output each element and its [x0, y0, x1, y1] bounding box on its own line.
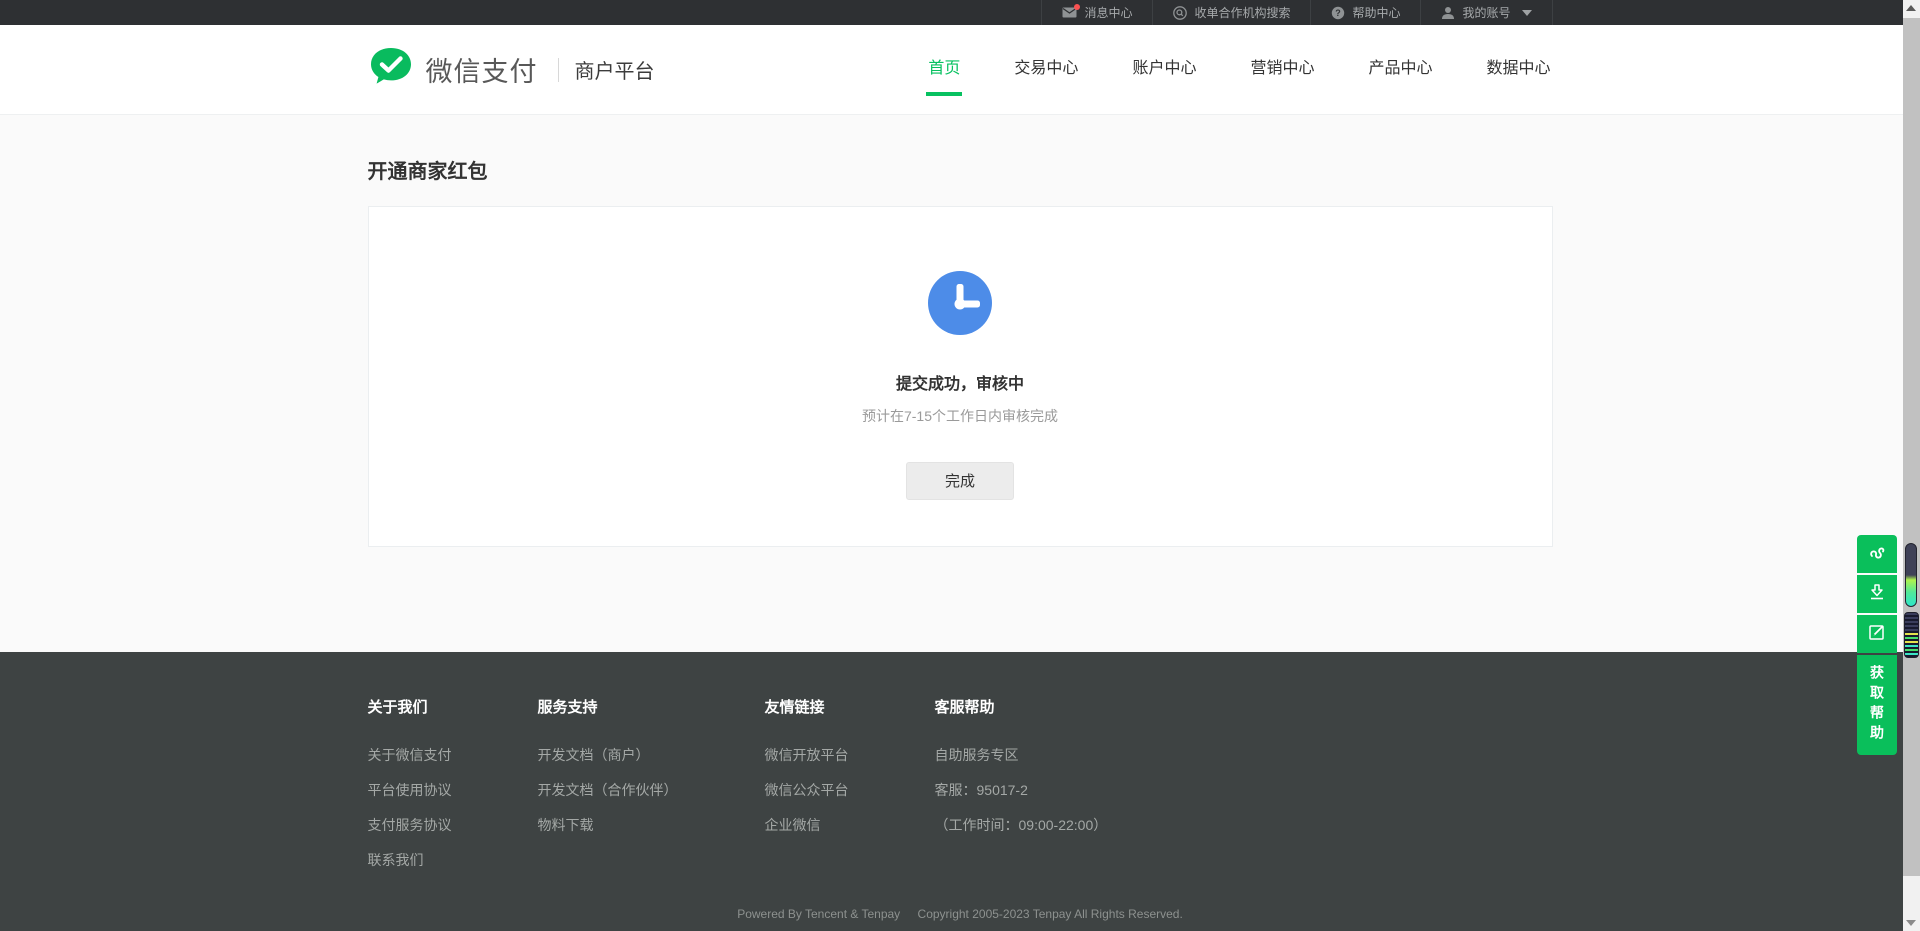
footer-heading: 友情链接 — [765, 696, 935, 717]
clock-icon — [928, 271, 992, 335]
header: 微信支付 商户平台 首页 交易中心 账户中心 营销中心 产品中心 数据中心 — [0, 25, 1920, 115]
platform-label: 商户平台 — [575, 55, 655, 84]
nav-item-account-center[interactable]: 账户中心 — [1130, 44, 1198, 96]
status-description: 预计在7-15个工作日内审核完成 — [369, 406, 1552, 426]
scrollbar-up-arrow-icon[interactable] — [1906, 5, 1916, 11]
scrollbar-down-arrow-icon[interactable] — [1906, 920, 1916, 926]
footer-service-phone: 客服：95017-2 — [935, 780, 1553, 800]
footer-service-hours: （工作时间：09:00-22:00） — [935, 815, 1553, 835]
status-title: 提交成功，审核中 — [369, 370, 1552, 394]
footer-link[interactable]: 微信开放平台 — [765, 745, 935, 765]
footer-link[interactable]: 微信公众平台 — [765, 780, 935, 800]
footer-link[interactable]: 开发文档（合作伙伴） — [538, 780, 765, 800]
scrollbar-minimap-marks — [1904, 612, 1919, 658]
footer-link[interactable]: 自助服务专区 — [935, 745, 1553, 765]
wechat-bubble-icon — [368, 46, 414, 93]
footer-heading: 服务支持 — [538, 696, 765, 717]
copyright: Powered By Tencent & Tenpay Copyright 20… — [368, 907, 1553, 921]
footer-link[interactable]: 企业微信 — [765, 815, 935, 835]
nav-item-transaction-center[interactable]: 交易中心 — [1012, 44, 1080, 96]
footer-column-links: 友情链接 微信开放平台 微信公众平台 企业微信 — [765, 696, 935, 885]
copyright-powered-by: Powered By Tencent & Tenpay — [737, 907, 900, 921]
footer-heading: 客服帮助 — [935, 696, 1553, 717]
user-icon — [1441, 6, 1455, 20]
footer-link[interactable]: 关于微信支付 — [368, 745, 538, 765]
search-icon — [1173, 6, 1187, 20]
topbar-item-acquirer-search[interactable]: 收单合作机构搜索 — [1152, 0, 1310, 25]
header-divider — [558, 58, 559, 82]
download-icon — [1868, 583, 1886, 606]
logo-text: 微信支付 — [426, 50, 538, 89]
topbar-item-label: 帮助中心 — [1352, 4, 1400, 21]
get-help-button[interactable]: 获取帮助 — [1857, 655, 1897, 755]
notification-badge — [1074, 4, 1080, 10]
footer-column-support: 服务支持 开发文档（商户） 开发文档（合作伙伴） 物料下载 — [538, 696, 765, 885]
browser-scrollbar[interactable] — [1903, 0, 1920, 931]
float-download-button[interactable] — [1857, 575, 1897, 613]
float-feedback-button[interactable] — [1857, 615, 1897, 653]
mail-icon — [1062, 7, 1077, 18]
scrollbar-thumb[interactable] — [1903, 18, 1920, 876]
done-button[interactable]: 完成 — [906, 462, 1014, 500]
link-icon — [1868, 543, 1886, 566]
footer-link[interactable]: 平台使用协议 — [368, 780, 538, 800]
topbar-item-help-center[interactable]: ? 帮助中心 — [1310, 0, 1420, 25]
status-card: 提交成功，审核中 预计在7-15个工作日内审核完成 完成 — [368, 206, 1553, 547]
footer-column-about: 关于我们 关于微信支付 平台使用协议 支付服务协议 联系我们 — [368, 696, 538, 885]
topbar-item-my-account[interactable]: 我的账号 — [1420, 0, 1552, 25]
main-nav: 首页 交易中心 账户中心 营销中心 产品中心 数据中心 — [876, 44, 1552, 96]
wechat-pay-logo[interactable]: 微信支付 — [368, 46, 538, 93]
scrollbar-gradient-indicator — [1905, 543, 1917, 607]
main-content: 开通商家红包 提交成功，审核中 预计在7-15个工作日内审核完成 完成 — [0, 115, 1920, 652]
chevron-down-icon — [1522, 10, 1532, 16]
footer-link[interactable]: 开发文档（商户） — [538, 745, 765, 765]
nav-item-product-center[interactable]: 产品中心 — [1366, 44, 1434, 96]
topbar-item-messages[interactable]: 消息中心 — [1041, 0, 1152, 25]
copyright-rights: Copyright 2005-2023 Tenpay All Rights Re… — [918, 907, 1183, 921]
footer-link[interactable]: 支付服务协议 — [368, 815, 538, 835]
question-icon: ? — [1331, 6, 1345, 20]
footer-link[interactable]: 物料下载 — [538, 815, 765, 835]
floating-help-panel: 获取帮助 — [1857, 535, 1897, 755]
topbar-item-label: 我的账号 — [1462, 4, 1510, 21]
topbar-item-label: 收单合作机构搜索 — [1194, 4, 1290, 21]
footer-column-service: 客服帮助 自助服务专区 客服：95017-2 （工作时间：09:00-22:00… — [935, 696, 1553, 885]
svg-text:?: ? — [1336, 8, 1342, 18]
footer-heading: 关于我们 — [368, 696, 538, 717]
page-title: 开通商家红包 — [368, 155, 1553, 184]
nav-item-home[interactable]: 首页 — [926, 44, 962, 96]
get-help-label: 获取帮助 — [1867, 665, 1887, 745]
feedback-icon — [1868, 623, 1886, 646]
nav-item-marketing-center[interactable]: 营销中心 — [1248, 44, 1316, 96]
topbar-item-label: 消息中心 — [1084, 4, 1132, 21]
topbar: 消息中心 收单合作机构搜索 ? 帮助中心 我的账号 — [0, 0, 1920, 25]
footer: 关于我们 关于微信支付 平台使用协议 支付服务协议 联系我们 服务支持 开发文档… — [0, 652, 1920, 931]
float-link-button[interactable] — [1857, 535, 1897, 573]
footer-link[interactable]: 联系我们 — [368, 850, 538, 870]
nav-item-data-center[interactable]: 数据中心 — [1484, 44, 1552, 96]
